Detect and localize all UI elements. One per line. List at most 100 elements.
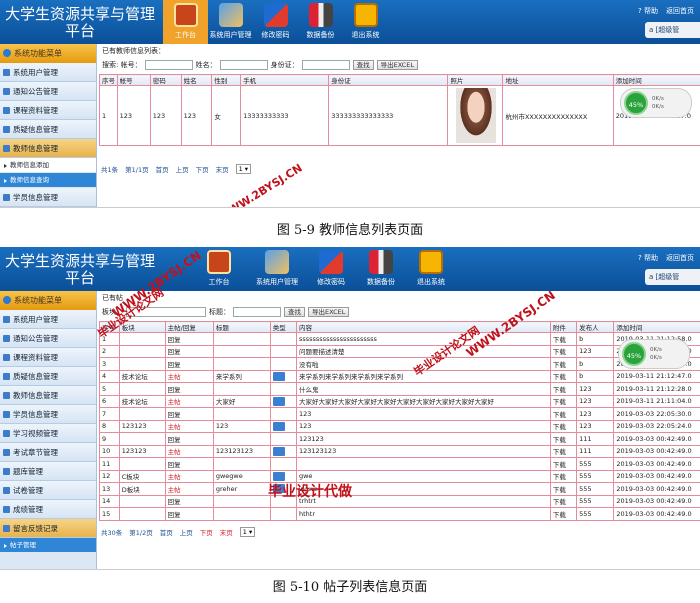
sidebar-item[interactable]: 质疑信息管理: [0, 367, 96, 386]
next-page-link[interactable]: 下页: [196, 164, 209, 174]
account-input[interactable]: [144, 59, 193, 70]
image-icon: [272, 396, 285, 406]
sidebar-sub-teacher-query[interactable]: 教师信息查询: [0, 173, 96, 188]
sidebar-item[interactable]: 课程资料管理: [0, 348, 96, 367]
help-link[interactable]: ? 帮助: [638, 253, 658, 263]
nav-change-password[interactable]: 修改密码: [253, 0, 298, 44]
table-row: 8 123123 主帖 123 123 下载 123 2019-03-03 22:05:24.…: [99, 419, 700, 433]
list-title: 已有帖: [102, 294, 123, 302]
main-content: 已有帖 板块： 标题： 查找 导出EXCEL 序号 板块 主帖/回复 标题 类型…: [99, 291, 700, 569]
sidebar-item-feedback[interactable]: 留言反馈记录: [0, 519, 96, 538]
table-row: 2回复问题要描述清楚下载1232019-03-11 21:12:58.0: [99, 344, 700, 358]
sidebar-item[interactable]: 系统用户管理: [0, 310, 96, 329]
header-bar: 大学生资源共享与管理平台 工作台 系统用户管理 修改密码 数据备份 退出系统 ?…: [0, 247, 700, 291]
table-row: 13 D板块 主帖 greher wgwe 下载 555 2019-03-03 00:42:4…: [99, 482, 700, 496]
sidebar-item[interactable]: 考试章节管理: [0, 443, 96, 462]
image-icon: [272, 371, 285, 381]
pagination: 共30条 第1/2页 首页 上页 下页 末页 1 ▾: [101, 527, 256, 537]
sidebar-item[interactable]: 学员信息管理: [0, 405, 96, 424]
sidebar-item-teacher[interactable]: 教师信息管理: [0, 139, 96, 158]
table-row: 1 123 123 123 女 13333333333 333333333333…: [99, 85, 700, 146]
top-links: ? 帮助 返回首页: [638, 6, 694, 16]
nav-logout[interactable]: 退出系统: [406, 247, 456, 291]
list-title: 已有教师信息列表：: [102, 47, 165, 55]
home-link[interactable]: 返回首页: [666, 6, 694, 16]
first-page-link[interactable]: 首页: [156, 164, 169, 174]
home-link[interactable]: 返回首页: [666, 253, 694, 263]
table-row: 3回复没有啦下载b2019-03-11 21:12:58.0: [99, 357, 700, 371]
nav-change-password[interactable]: 修改密码: [306, 247, 356, 291]
search-button[interactable]: 查找: [284, 306, 305, 317]
top-links: ? 帮助 返回首页: [638, 253, 694, 263]
sidebar-sub-teacher-add[interactable]: 教师信息添加: [0, 158, 96, 173]
last-page-link[interactable]: 末页: [216, 164, 229, 174]
page-select[interactable]: 1 ▾: [235, 164, 252, 174]
sidebar-header: 系统功能菜单: [0, 291, 96, 310]
last-page-link[interactable]: 末页: [220, 527, 233, 537]
search-bar: 板块： 标题： 查找 导出EXCEL: [99, 305, 700, 318]
first-page-link[interactable]: 首页: [160, 527, 173, 537]
post-list-screenshot: 大学生资源共享与管理平台 工作台 系统用户管理 修改密码 数据备份 退出系统 ?…: [0, 247, 700, 570]
title-input[interactable]: [233, 306, 281, 317]
sidebar-item[interactable]: 成绩管理: [0, 500, 96, 519]
name-input[interactable]: [219, 59, 268, 70]
search-bar: 搜索: 帐号： 姓名： 身份证： 查找 导出EXCEL: [99, 58, 700, 71]
sidebar-item[interactable]: 质疑信息管理: [0, 120, 96, 139]
exit-icon: [419, 250, 443, 274]
exit-icon: [353, 3, 378, 27]
sidebar-item[interactable]: 题库管理: [0, 462, 96, 481]
sidebar-item[interactable]: 通知公告管理: [0, 329, 96, 348]
sidebar-item[interactable]: 课程资料管理: [0, 101, 96, 120]
idcard-input[interactable]: [301, 59, 350, 70]
table-row: 11 回复 下载 555 2019-03-03 00:42:49.0: [99, 457, 700, 471]
watermark: 毕业设计代做: [268, 484, 352, 500]
prev-page-link[interactable]: 上页: [176, 164, 189, 174]
sidebar-item[interactable]: 系统用户管理: [0, 63, 96, 82]
image-icon: [272, 446, 285, 456]
header-bar: 大学生资源共享与管理平台 工作台 系统用户管理 修改密码 数据备份 退出系统 ?…: [0, 0, 700, 44]
image-icon: [272, 421, 285, 431]
nav-backup[interactable]: 数据备份: [356, 247, 406, 291]
user-box[interactable]: a [超级管: [645, 269, 700, 285]
ruler-icon: [265, 250, 289, 274]
teacher-table: 序号 帐号 密码 姓名 性别 手机 身份证 照片 地址 添加时间 1 123 1…: [99, 74, 700, 146]
sidebar-item[interactable]: 教师信息管理: [0, 386, 96, 405]
sidebar-item[interactable]: 学习视频管理: [0, 424, 96, 443]
triangle-icon: [319, 250, 343, 274]
export-excel-button[interactable]: 导出EXCEL: [308, 306, 350, 317]
speed-widget: 45% 0K/s 0K/s: [620, 88, 692, 118]
next-page-link[interactable]: 下页: [200, 527, 213, 537]
nav-user-management[interactable]: 系统用户管理: [208, 0, 253, 44]
table-row: 7 回复 123 下载 123 2019-03-03 22:05:30.0: [99, 407, 700, 421]
nav-workbench[interactable]: 工作台: [163, 0, 208, 44]
teacher-list-screenshot: 大学生资源共享与管理平台 工作台 系统用户管理 修改密码 数据备份 退出系统 ?…: [0, 0, 700, 208]
table-row: 12 C板块 主帖 gwegwe gwe 下载 555 2019-03-03 00:42:49…: [99, 469, 700, 483]
user-box[interactable]: a [超级管: [645, 22, 700, 38]
top-nav: 工作台 系统用户管理 修改密码 数据备份 退出系统: [190, 247, 456, 291]
prev-page-link[interactable]: 上页: [180, 527, 193, 537]
table-row: 14 回复 trhtrt 下载 555 2019-03-03 00:42:49.0: [99, 494, 700, 508]
search-button[interactable]: 查找: [352, 59, 374, 70]
nav-logout[interactable]: 退出系统: [343, 0, 388, 44]
help-link[interactable]: ? 帮助: [638, 6, 658, 16]
nav-user-management[interactable]: 系统用户管理: [248, 247, 306, 291]
app-title: 大学生资源共享与管理平台: [4, 5, 155, 40]
table-row: 1回复sssssssssssssssssssssss下载b2019-03-11 …: [99, 332, 700, 346]
table-row: 9 回复 123123 下载 111 2019-03-03 00:42:49.0: [99, 432, 700, 446]
ruler-icon: [218, 3, 243, 27]
book-icon: [207, 250, 231, 274]
table-row: 5 回复 什么鬼 下载 123 2019-03-11 21:12:28.0: [99, 382, 700, 396]
sidebar-item[interactable]: 试卷管理: [0, 481, 96, 500]
speed-widget: 45% 0K/s 0K/s: [618, 339, 690, 369]
export-excel-button[interactable]: 导出EXCEL: [376, 59, 418, 70]
page-select[interactable]: 1 ▾: [239, 527, 256, 537]
teacher-photo: [456, 88, 497, 143]
sidebar-item-student[interactable]: 学员信息管理: [0, 188, 96, 207]
cpu-ring: 45%: [622, 342, 646, 366]
sidebar-item[interactable]: 通知公告管理: [0, 82, 96, 101]
nav-backup[interactable]: 数据备份: [298, 0, 343, 44]
table-row: 6 技术论坛 主帖 大家好 大家好大家好大家好大家好大家好大家好大家好大家好大家好大家好…: [99, 394, 700, 408]
sidebar-sub-posts[interactable]: 帖子管理: [0, 538, 96, 553]
top-nav: 工作台 系统用户管理 修改密码 数据备份 退出系统: [163, 0, 388, 44]
table-row: 15 回复 hthtr 下载 555 2019-03-03 00:42:49.0: [99, 507, 700, 521]
